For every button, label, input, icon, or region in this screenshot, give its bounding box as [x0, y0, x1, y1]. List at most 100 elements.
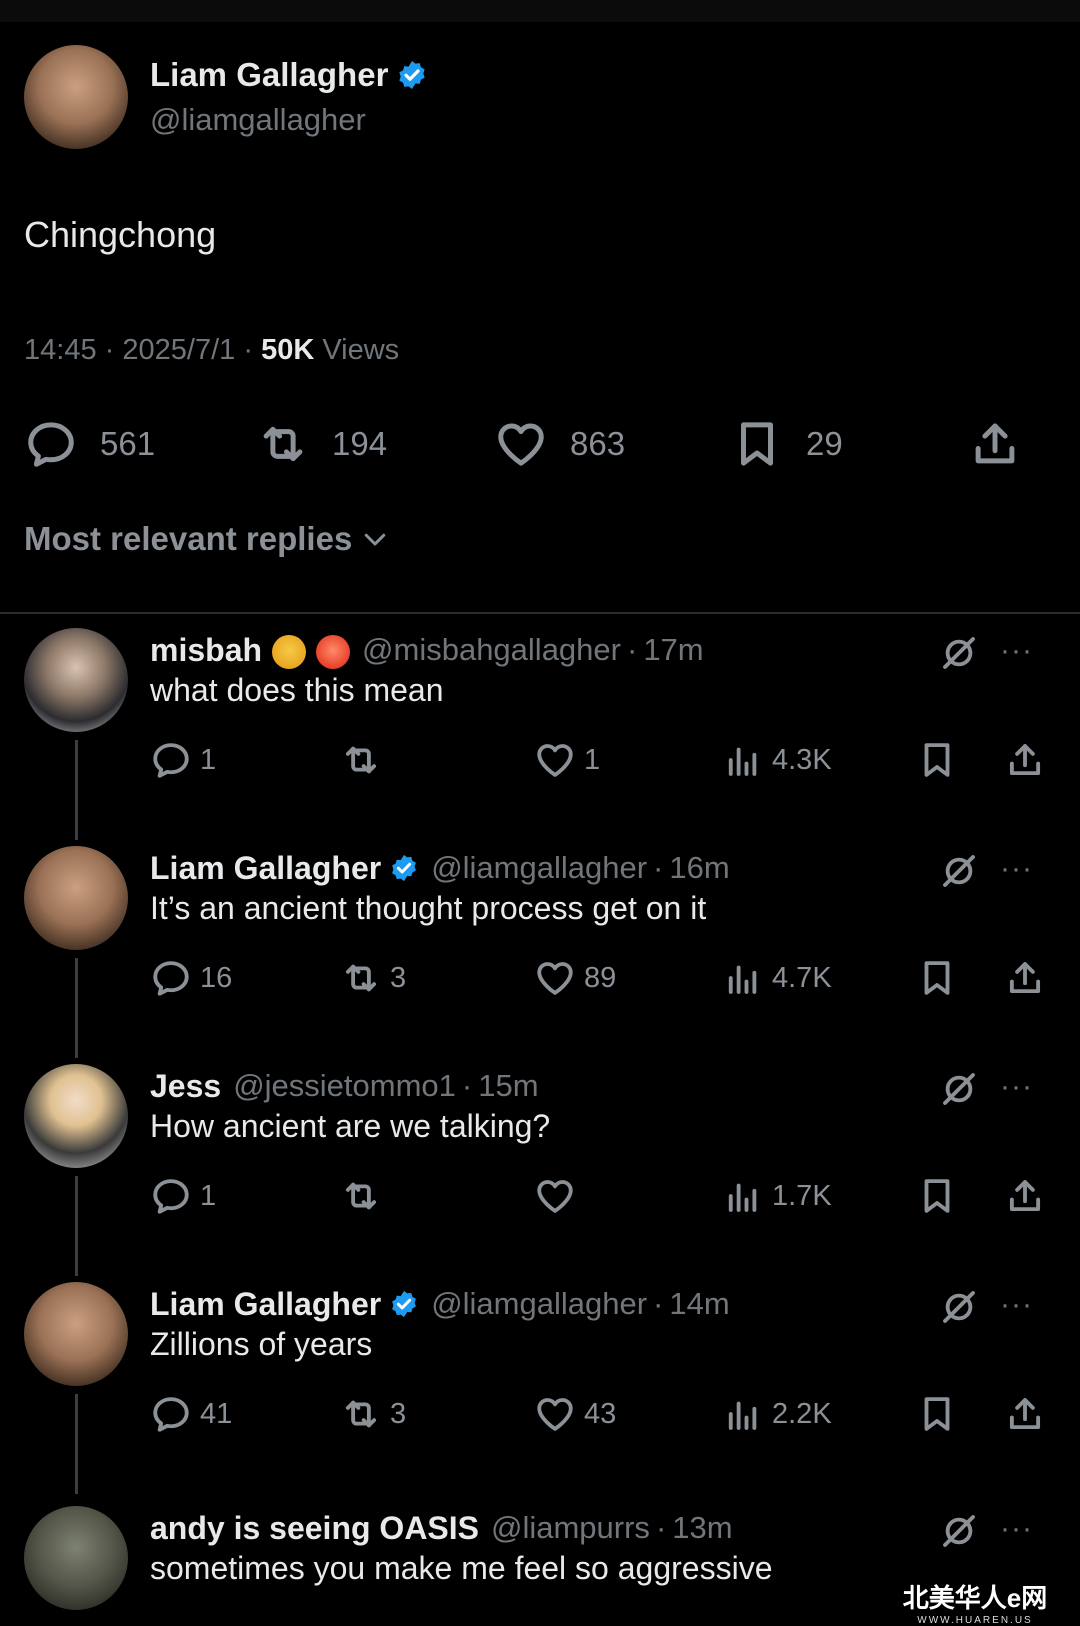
bookmark-icon: [924, 1397, 950, 1431]
avatar[interactable]: [24, 45, 128, 149]
reply-button[interactable]: 561: [24, 412, 155, 476]
like-button[interactable]: 43: [534, 1392, 616, 1436]
avatar[interactable]: [24, 1506, 128, 1610]
retweet-button[interactable]: 194: [256, 412, 387, 476]
tweet-text: Chingchong: [24, 214, 217, 255]
reply-author-handle[interactable]: @liamgallagher: [431, 850, 647, 886]
thread-line: [75, 1176, 78, 1276]
retweet-count: 194: [332, 425, 388, 462]
reply-author-name[interactable]: Liam Gallagher: [150, 1286, 381, 1323]
views-button[interactable]: 4.7K: [722, 956, 832, 1000]
bookmark-button[interactable]: [916, 1392, 958, 1436]
reply-text: what does this mean: [150, 672, 444, 708]
grok-icon[interactable]: [938, 850, 980, 892]
retweet-button[interactable]: 3: [340, 956, 406, 1000]
reply-icon: [153, 743, 189, 778]
bookmark-button[interactable]: 29: [730, 412, 843, 476]
reply-author-name[interactable]: misbah: [150, 632, 262, 669]
avatar[interactable]: [24, 628, 128, 732]
share-button[interactable]: [1004, 738, 1046, 782]
author-handle[interactable]: @liamgallagher: [150, 102, 428, 138]
grok-icon[interactable]: [938, 632, 980, 674]
thread-line: [75, 740, 78, 840]
verified-badge-icon: [389, 1289, 419, 1319]
reply-author-handle[interactable]: @misbahgallagher: [362, 632, 621, 668]
bookmark-icon: [924, 961, 950, 995]
share-button[interactable]: [1004, 1174, 1046, 1218]
thread-line: [75, 958, 78, 1058]
more-options-icon[interactable]: ···: [1000, 1070, 1033, 1104]
more-options-icon[interactable]: ···: [1000, 1288, 1033, 1322]
retweet-icon: [345, 746, 377, 774]
reply-button[interactable]: 1: [150, 738, 216, 782]
retweet-button[interactable]: [340, 738, 390, 782]
author-block: Liam Gallagher @liamgallagher: [150, 56, 428, 138]
reply-author-name[interactable]: Jess: [150, 1068, 221, 1105]
reply-author-handle[interactable]: @jessietommo1: [233, 1068, 456, 1104]
reply-count: 561: [100, 425, 156, 462]
retweet-button[interactable]: 3: [340, 1392, 406, 1436]
reply-button[interactable]: 41: [150, 1392, 232, 1436]
section-divider: [0, 612, 1080, 614]
retweet-count: 3: [390, 1397, 407, 1430]
share-button[interactable]: [1004, 956, 1046, 1000]
tweet-time: 14:45: [24, 334, 97, 366]
grok-icon[interactable]: [938, 1068, 980, 1110]
status-bar-strip: [0, 0, 1080, 22]
like-button[interactable]: 863: [494, 412, 625, 476]
reply-count: 1: [200, 1179, 217, 1212]
bookmark-icon: [924, 1179, 950, 1213]
views-button[interactable]: 2.2K: [722, 1392, 832, 1436]
grok-icon[interactable]: [938, 1510, 980, 1552]
reply-author-handle[interactable]: @liampurrs: [491, 1510, 650, 1546]
reply-header: andy is seeing OASIS @liampurrs · 13m: [150, 1509, 733, 1547]
avatar[interactable]: [24, 1282, 128, 1386]
tweet-header: Liam Gallagher @liamgallagher: [24, 42, 428, 152]
bookmark-button[interactable]: [916, 956, 958, 1000]
replies-sort-dropdown[interactable]: Most relevant replies: [24, 520, 390, 558]
reply-button[interactable]: 16: [150, 956, 232, 1000]
share-icon: [1009, 1398, 1041, 1430]
views-button[interactable]: 1.7K: [722, 1174, 832, 1218]
more-options-icon[interactable]: ···: [1000, 852, 1033, 886]
reply-author-name[interactable]: Liam Gallagher: [150, 850, 381, 887]
grok-icon[interactable]: [938, 1286, 980, 1328]
retweet-icon: [345, 1182, 377, 1210]
reply-header: Liam Gallagher @liamgallagher · 14m: [150, 1285, 730, 1323]
views-label: Views: [322, 334, 400, 366]
reply-icon: [153, 1179, 189, 1214]
watermark-url: WWW.HUAREN.US: [917, 1615, 1033, 1626]
share-button[interactable]: [968, 412, 1022, 476]
views-button[interactable]: 4.3K: [722, 738, 832, 782]
like-button[interactable]: 1: [534, 738, 600, 782]
cat-emoji-icon: [272, 635, 307, 669]
reply-author-name[interactable]: andy is seeing OASIS: [150, 1510, 479, 1547]
author-name[interactable]: Liam Gallagher: [150, 56, 388, 94]
like-button[interactable]: [534, 1174, 584, 1218]
avatar[interactable]: [24, 846, 128, 950]
chevron-down-icon: [365, 533, 386, 546]
heart-icon: [537, 1180, 573, 1213]
more-options-icon[interactable]: ···: [1000, 1512, 1033, 1546]
bookmark-icon: [741, 422, 773, 466]
like-button[interactable]: 89: [534, 956, 616, 1000]
reply-button[interactable]: 1: [150, 1174, 216, 1218]
tweet-action-bar: 561 194 863 29: [24, 412, 1048, 476]
tweet-date: 2025/7/1: [122, 334, 236, 366]
reply-time: 16m: [669, 850, 730, 885]
like-count: 89: [584, 961, 617, 994]
reply-text: How ancient are we talking?: [150, 1108, 551, 1144]
heart-icon: [537, 962, 573, 995]
retweet-count: 3: [390, 961, 407, 994]
share-icon: [975, 423, 1015, 464]
reply-header: Jess @jessietommo1 · 15m: [150, 1067, 539, 1105]
more-options-icon[interactable]: ···: [1000, 634, 1033, 668]
analytics-icon: [728, 1183, 757, 1212]
bookmark-button[interactable]: [916, 1174, 958, 1218]
share-button[interactable]: [1004, 1392, 1046, 1436]
reply-count: 1: [200, 743, 217, 776]
avatar[interactable]: [24, 1064, 128, 1168]
reply-author-handle[interactable]: @liamgallagher: [431, 1286, 647, 1322]
retweet-button[interactable]: [340, 1174, 390, 1218]
bookmark-button[interactable]: [916, 738, 958, 782]
